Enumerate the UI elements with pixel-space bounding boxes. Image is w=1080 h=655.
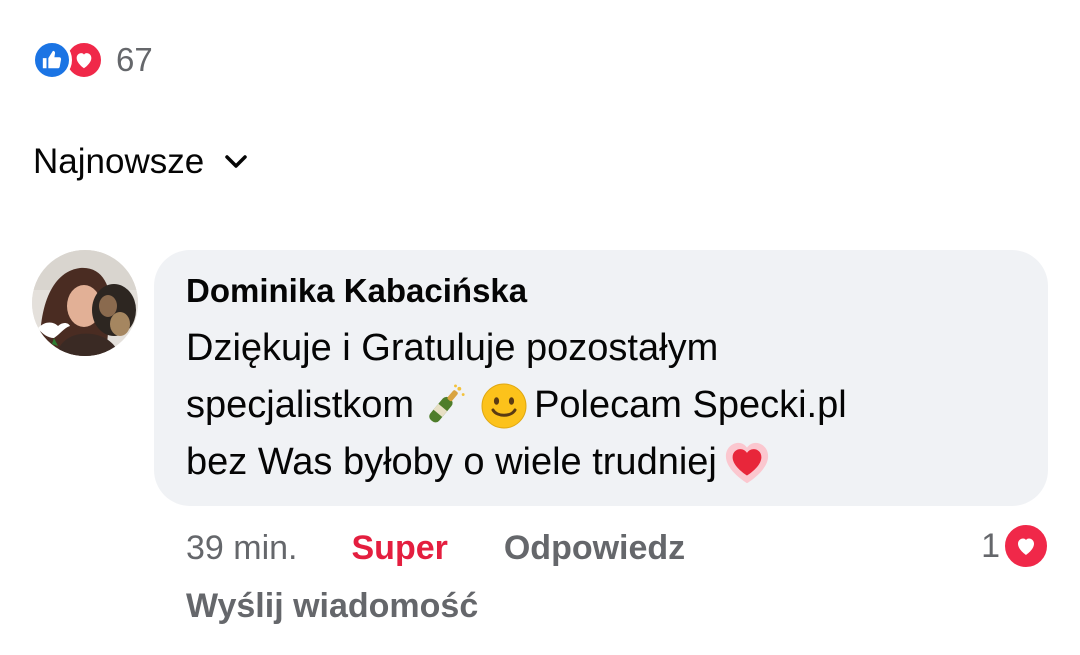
comment-line-text: bez Was byłoby o wiele trudniej: [186, 441, 717, 483]
react-button[interactable]: Super: [352, 529, 448, 568]
sort-label: Najnowsze: [33, 142, 205, 181]
sort-dropdown[interactable]: Najnowsze: [33, 138, 250, 186]
like-icon: [32, 40, 72, 80]
comment-line: Dziękuje i Gratuluje pozostałym: [186, 320, 1016, 377]
heart-icon: [723, 439, 771, 487]
love-icon: [1002, 522, 1050, 570]
comment-text: Dziękuje i Gratuluje pozostałym specjali…: [186, 320, 1016, 491]
chevron-down-icon: [222, 148, 250, 176]
comment-line: bez Was byłoby o wiele trudniej: [186, 434, 1016, 491]
comment-actions: 39 min. Super Odpowiedz: [186, 524, 685, 572]
comment-line: specjalistkom Polecam Specki.pl: [186, 377, 1016, 434]
comment-reaction-count: 1: [981, 526, 1000, 565]
comment-reactions[interactable]: 1: [981, 520, 1050, 572]
comment-timestamp[interactable]: 39 min.: [186, 529, 298, 568]
avatar[interactable]: [32, 250, 138, 356]
reactions-summary[interactable]: 67: [32, 38, 153, 82]
comment-author[interactable]: Dominika Kabacińska: [186, 270, 1016, 312]
comment-line-text: Polecam Specki.pl: [534, 384, 847, 426]
comment-bubble: Dominika Kabacińska Dziękuje i Gratuluje…: [154, 250, 1048, 506]
send-message-button[interactable]: Wyślij wiadomość: [186, 582, 478, 630]
smiley-icon: [480, 382, 528, 430]
comment-line-text: Dziękuje i Gratuluje pozostałym: [186, 327, 719, 369]
comment-line-text: specjalistkom: [186, 384, 415, 426]
reply-button[interactable]: Odpowiedz: [504, 529, 685, 568]
reaction-count: 67: [116, 41, 153, 78]
champagne-icon: [420, 382, 468, 430]
